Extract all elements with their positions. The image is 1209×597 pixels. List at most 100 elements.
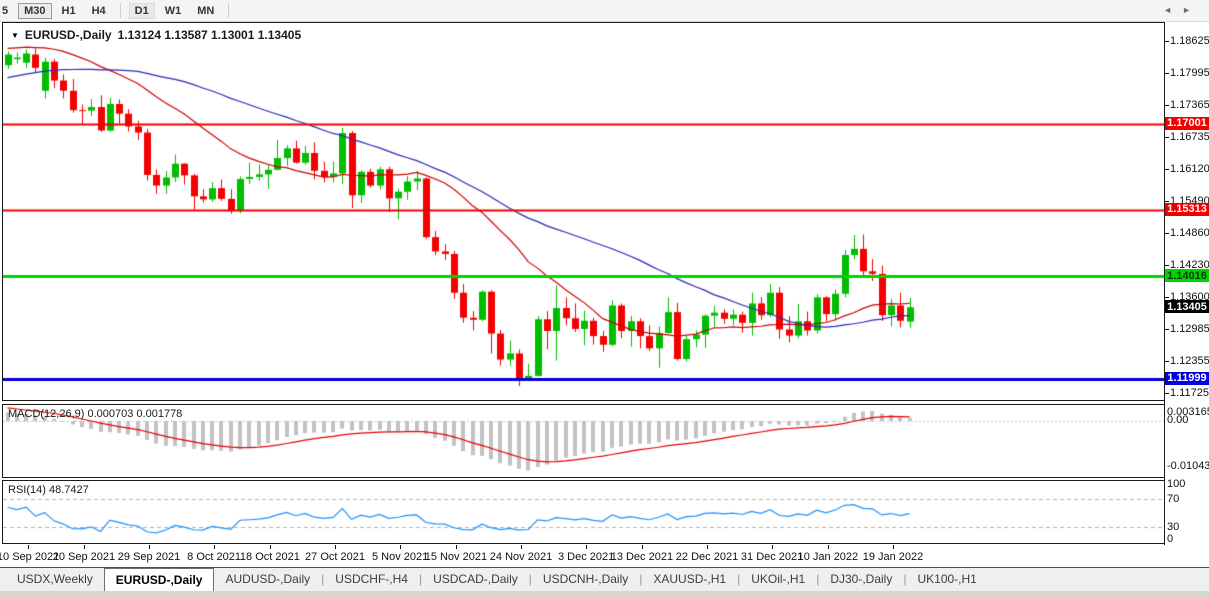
- rsi-axis-label: 100: [1167, 478, 1185, 490]
- time-axis-tick: [828, 545, 829, 549]
- tab-usdcnh-daily[interactable]: USDCNH-,Daily: [532, 568, 639, 592]
- tab-usdcad-daily[interactable]: USDCAD-,Daily: [422, 568, 529, 592]
- date-label: 18 Oct 2021: [240, 551, 300, 563]
- time-axis-tick: [772, 545, 773, 549]
- status-strip: [0, 591, 1209, 597]
- time-axis-tick: [84, 545, 85, 549]
- time-axis[interactable]: 10 Sep 202120 Sep 202129 Sep 2021 8 Oct 2…: [2, 545, 1165, 567]
- price-axis-tick: [1165, 233, 1169, 234]
- date-label: 13 Dec 2021: [611, 551, 673, 563]
- tab-scroll-arrows[interactable]: ◄►: [1163, 5, 1201, 15]
- price-badge-1.13405: 1.13405: [1165, 300, 1209, 313]
- price-axis-label: 1.18625: [1170, 35, 1209, 47]
- toolbar-separator: [228, 3, 229, 18]
- tab-usdchf-h4[interactable]: USDCHF-,H4: [324, 568, 419, 592]
- price-axis-tick: [1165, 201, 1169, 202]
- macd-label: MACD(12,26,9) 0.000703 0.001778: [8, 408, 182, 420]
- price-axis-label: 1.16735: [1170, 131, 1209, 143]
- timeframe-button-h1[interactable]: H1: [56, 3, 82, 19]
- toolbar-separator: [120, 3, 121, 18]
- price-badge-1.15313: 1.15313: [1165, 203, 1209, 216]
- time-axis-tick: [521, 545, 522, 549]
- price-axis-label: 1.17365: [1170, 99, 1209, 111]
- price-axis-tick: [1165, 265, 1169, 266]
- date-label: 10 Sep 2021: [0, 551, 59, 563]
- chart-tab-bar: USDX,WeeklyEURUSD-,DailyAUDUSD-,Daily|US…: [0, 567, 1209, 592]
- timeframe-button-h4[interactable]: H4: [86, 3, 112, 19]
- price-badge-1.17001: 1.17001: [1165, 117, 1209, 130]
- price-axis-label: 1.12355: [1170, 355, 1209, 367]
- price-axis-tick: [1165, 169, 1169, 170]
- price-axis-tick: [1165, 137, 1169, 138]
- date-label: 5 Nov 2021: [372, 551, 428, 563]
- rsi-label: RSI(14) 48.7427: [8, 484, 89, 496]
- tab-ukoil-h1[interactable]: UKOil-,H1: [740, 568, 816, 592]
- chart-symbol-label: EURUSD-,Daily: [25, 28, 112, 42]
- rsi-canvas[interactable]: [3, 481, 1164, 543]
- price-axis-tick: [1165, 361, 1169, 362]
- price-axis-label: 1.17995: [1170, 67, 1209, 79]
- timeframe-button-d1[interactable]: D1: [129, 3, 155, 19]
- timeframe-button-m30[interactable]: M30: [18, 3, 51, 19]
- chart-ohlc-values: 1.13124 1.13587 1.13001 1.13405: [118, 28, 302, 42]
- date-label: 22 Dec 2021: [676, 551, 738, 563]
- macd-axis-label: -0.010431: [1167, 460, 1209, 472]
- time-axis-tick: [214, 545, 215, 549]
- price-axis-label: 1.14860: [1170, 227, 1209, 239]
- time-axis-tick: [707, 545, 708, 549]
- timeframe-button-5[interactable]: 5: [0, 3, 14, 19]
- macd-axis-label: 0.00: [1167, 414, 1188, 426]
- tab-scroll-right-icon[interactable]: ►: [1182, 5, 1201, 15]
- price-axis-tick: [1165, 329, 1169, 330]
- price-axis-label: 1.12985: [1170, 323, 1209, 335]
- price-axis-label: 1.11725: [1170, 387, 1209, 399]
- price-axis-tick: [1165, 41, 1169, 42]
- timeframe-button-w1[interactable]: W1: [159, 3, 188, 19]
- price-badge-1.11999: 1.11999: [1165, 372, 1209, 385]
- date-label: 31 Dec 2021: [741, 551, 803, 563]
- date-label: 27 Oct 2021: [305, 551, 365, 563]
- price-axis-tick: [1165, 393, 1169, 394]
- tab-scroll-left-icon[interactable]: ◄: [1163, 5, 1182, 15]
- tab-uk100-h1[interactable]: UK100-,H1: [906, 568, 987, 592]
- price-axis-line: [1164, 22, 1165, 545]
- time-axis-tick: [893, 545, 894, 549]
- trading-terminal-window: 5M30 H1H4 D1W1MN ▼ EURUSD-,Daily 1.13124 1…: [0, 0, 1209, 597]
- date-label: 10 Jan 2022: [798, 551, 859, 563]
- chart-title: ▼ EURUSD-,Daily 1.13124 1.13587 1.13001 …: [11, 28, 301, 42]
- date-label: 19 Jan 2022: [863, 551, 924, 563]
- date-label: 8 Oct 2021: [187, 551, 241, 563]
- rsi-axis-label: 30: [1167, 521, 1179, 533]
- time-axis-tick: [400, 545, 401, 549]
- symbol-dropdown-icon[interactable]: ▼: [11, 31, 19, 40]
- timeframe-toolbar: 5M30 H1H4 D1W1MN: [0, 0, 1209, 22]
- price-badge-1.14016: 1.14016: [1165, 269, 1209, 282]
- time-axis-tick: [149, 545, 150, 549]
- price-chart-panel: ▼ EURUSD-,Daily 1.13124 1.13587 1.13001 …: [2, 22, 1165, 401]
- time-axis-tick: [586, 545, 587, 549]
- date-label: 29 Sep 2021: [118, 551, 180, 563]
- price-chart-canvas[interactable]: [3, 23, 1164, 400]
- rsi-axis-label: 0: [1167, 533, 1173, 545]
- timeframe-button-mn[interactable]: MN: [191, 3, 220, 19]
- price-axis-label: 1.16120: [1170, 163, 1209, 175]
- tab-dj30-daily[interactable]: DJ30-,Daily: [819, 568, 903, 592]
- price-axis-tick: [1165, 73, 1169, 74]
- rsi-axis-label: 70: [1167, 493, 1179, 505]
- price-axis-tick: [1165, 105, 1169, 106]
- time-axis-tick: [456, 545, 457, 549]
- tab-audusd-daily[interactable]: AUDUSD-,Daily: [214, 568, 321, 592]
- price-axis-tick: [1165, 297, 1169, 298]
- date-label: 24 Nov 2021: [490, 551, 552, 563]
- time-axis-tick: [335, 545, 336, 549]
- tab-usdx-weekly[interactable]: USDX,Weekly: [6, 568, 104, 592]
- time-axis-tick: [642, 545, 643, 549]
- date-label: 20 Sep 2021: [53, 551, 115, 563]
- tab-eurusd-daily[interactable]: EURUSD-,Daily: [104, 568, 215, 592]
- date-label: 3 Dec 2021: [558, 551, 614, 563]
- tab-xauusd-h1[interactable]: XAUUSD-,H1: [642, 568, 737, 592]
- macd-panel: MACD(12,26,9) 0.000703 0.001778: [2, 404, 1165, 478]
- rsi-panel: RSI(14) 48.7427: [2, 480, 1165, 544]
- time-axis-tick: [270, 545, 271, 549]
- date-label: 15 Nov 2021: [425, 551, 487, 563]
